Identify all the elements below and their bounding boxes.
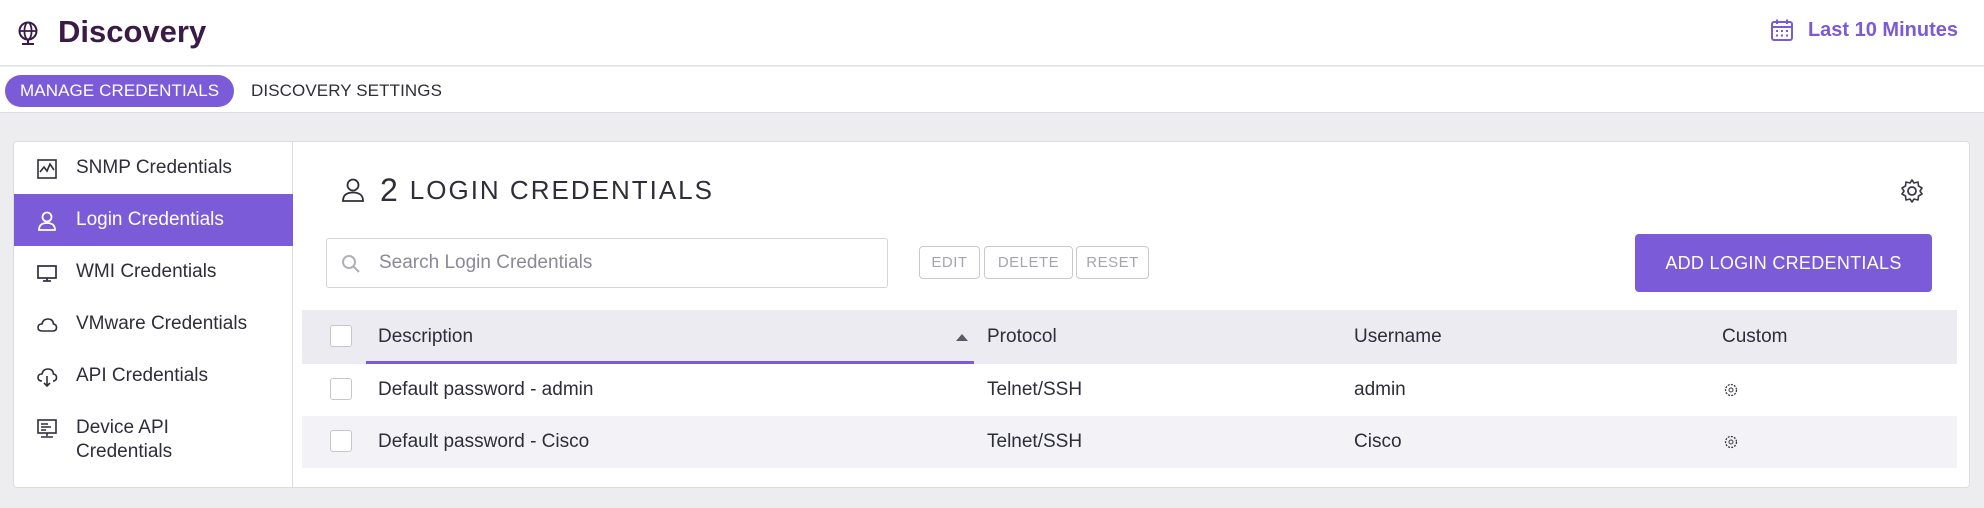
search-box [326, 238, 888, 288]
sidebar-item-label: SNMP Credentials [76, 157, 232, 178]
sidebar-item-snmp[interactable]: SNMP Credentials [14, 142, 293, 194]
page-header: Discovery Last 10 Minutes [0, 0, 1984, 66]
sidebar-item-label: WMI Credentials [76, 261, 217, 282]
credentials-sidebar: SNMP Credentials Login Credentials WMI C… [14, 142, 293, 487]
column-header-protocol[interactable]: Protocol [987, 326, 1057, 348]
add-login-credentials-button[interactable]: ADD LOGIN CREDENTIALS [1635, 234, 1932, 292]
gear-badge-icon [1724, 383, 1738, 397]
section-heading: 2 LOGIN CREDENTIALS [340, 170, 714, 210]
sidebar-item-device-api[interactable]: Device API Credentials [14, 402, 293, 482]
cell-username: admin [1354, 379, 1406, 400]
sidebar-item-login[interactable]: Login Credentials [14, 194, 293, 246]
delete-button[interactable]: DELETE [984, 246, 1073, 279]
select-all-checkbox[interactable] [330, 325, 352, 347]
tab-bar: MANAGE CREDENTIALS DISCOVERY SETTINGS [0, 67, 1984, 113]
cell-protocol: Telnet/SSH [987, 379, 1083, 400]
cell-username: Cisco [1354, 431, 1402, 452]
time-range-label: Last 10 Minutes [1807, 18, 1958, 41]
edit-button[interactable]: EDIT [919, 246, 980, 279]
column-header-username[interactable]: Username [1354, 326, 1442, 348]
sidebar-item-api[interactable]: API Credentials [14, 350, 293, 402]
search-input[interactable] [379, 249, 869, 277]
row-checkbox[interactable] [330, 430, 352, 452]
user-icon [342, 178, 364, 202]
sidebar-item-vmware[interactable]: VMware Credentials [14, 298, 293, 350]
globe-icon [18, 21, 38, 45]
column-header-description[interactable]: Description [378, 326, 473, 348]
sort-ascending-icon [956, 334, 968, 341]
sidebar-item-label: Device API Credentials [76, 417, 173, 462]
page-title: Discovery [58, 14, 207, 49]
gear-badge-icon [1724, 435, 1738, 449]
credentials-panel: SNMP Credentials Login Credentials WMI C… [13, 141, 1970, 488]
device-api-icon [37, 419, 57, 438]
monitor-icon [37, 265, 57, 282]
table-row[interactable]: Default password - admin Telnet/SSH admi… [302, 364, 1957, 416]
time-range-picker[interactable]: Last 10 Minutes [1770, 14, 1958, 46]
activity-chart-icon [37, 159, 57, 179]
cloud-download-icon [37, 368, 58, 388]
user-icon [38, 211, 56, 231]
calendar-icon [1770, 19, 1793, 41]
cloud-icon [37, 318, 58, 332]
row-checkbox[interactable] [330, 378, 352, 400]
column-header-custom[interactable]: Custom [1722, 326, 1787, 348]
credentials-main: 2 LOGIN CREDENTIALS EDIT DELETE RESET AD… [294, 142, 1969, 487]
credential-count: 2 [380, 171, 398, 208]
table-row[interactable]: Default password - Cisco Telnet/SSH Cisc… [302, 416, 1957, 468]
tab-manage-credentials[interactable]: MANAGE CREDENTIALS [5, 75, 235, 107]
sidebar-item-label: VMware Credentials [76, 313, 248, 334]
reset-button[interactable]: RESET [1076, 246, 1149, 279]
cell-description: Default password - admin [378, 379, 594, 400]
settings-gear-icon[interactable] [1899, 178, 1925, 204]
cell-protocol: Telnet/SSH [987, 431, 1083, 452]
sidebar-item-wmi[interactable]: WMI Credentials [14, 246, 293, 298]
sidebar-item-label: API Credentials [76, 365, 209, 386]
cell-description: Default password - Cisco [378, 431, 590, 452]
table-header: Description Protocol Username Custom [302, 310, 1957, 364]
sidebar-item-label: Login Credentials [76, 209, 224, 230]
search-icon [342, 255, 360, 273]
section-title: LOGIN CREDENTIALS [409, 174, 714, 205]
tab-discovery-settings[interactable]: DISCOVERY SETTINGS [236, 75, 457, 107]
